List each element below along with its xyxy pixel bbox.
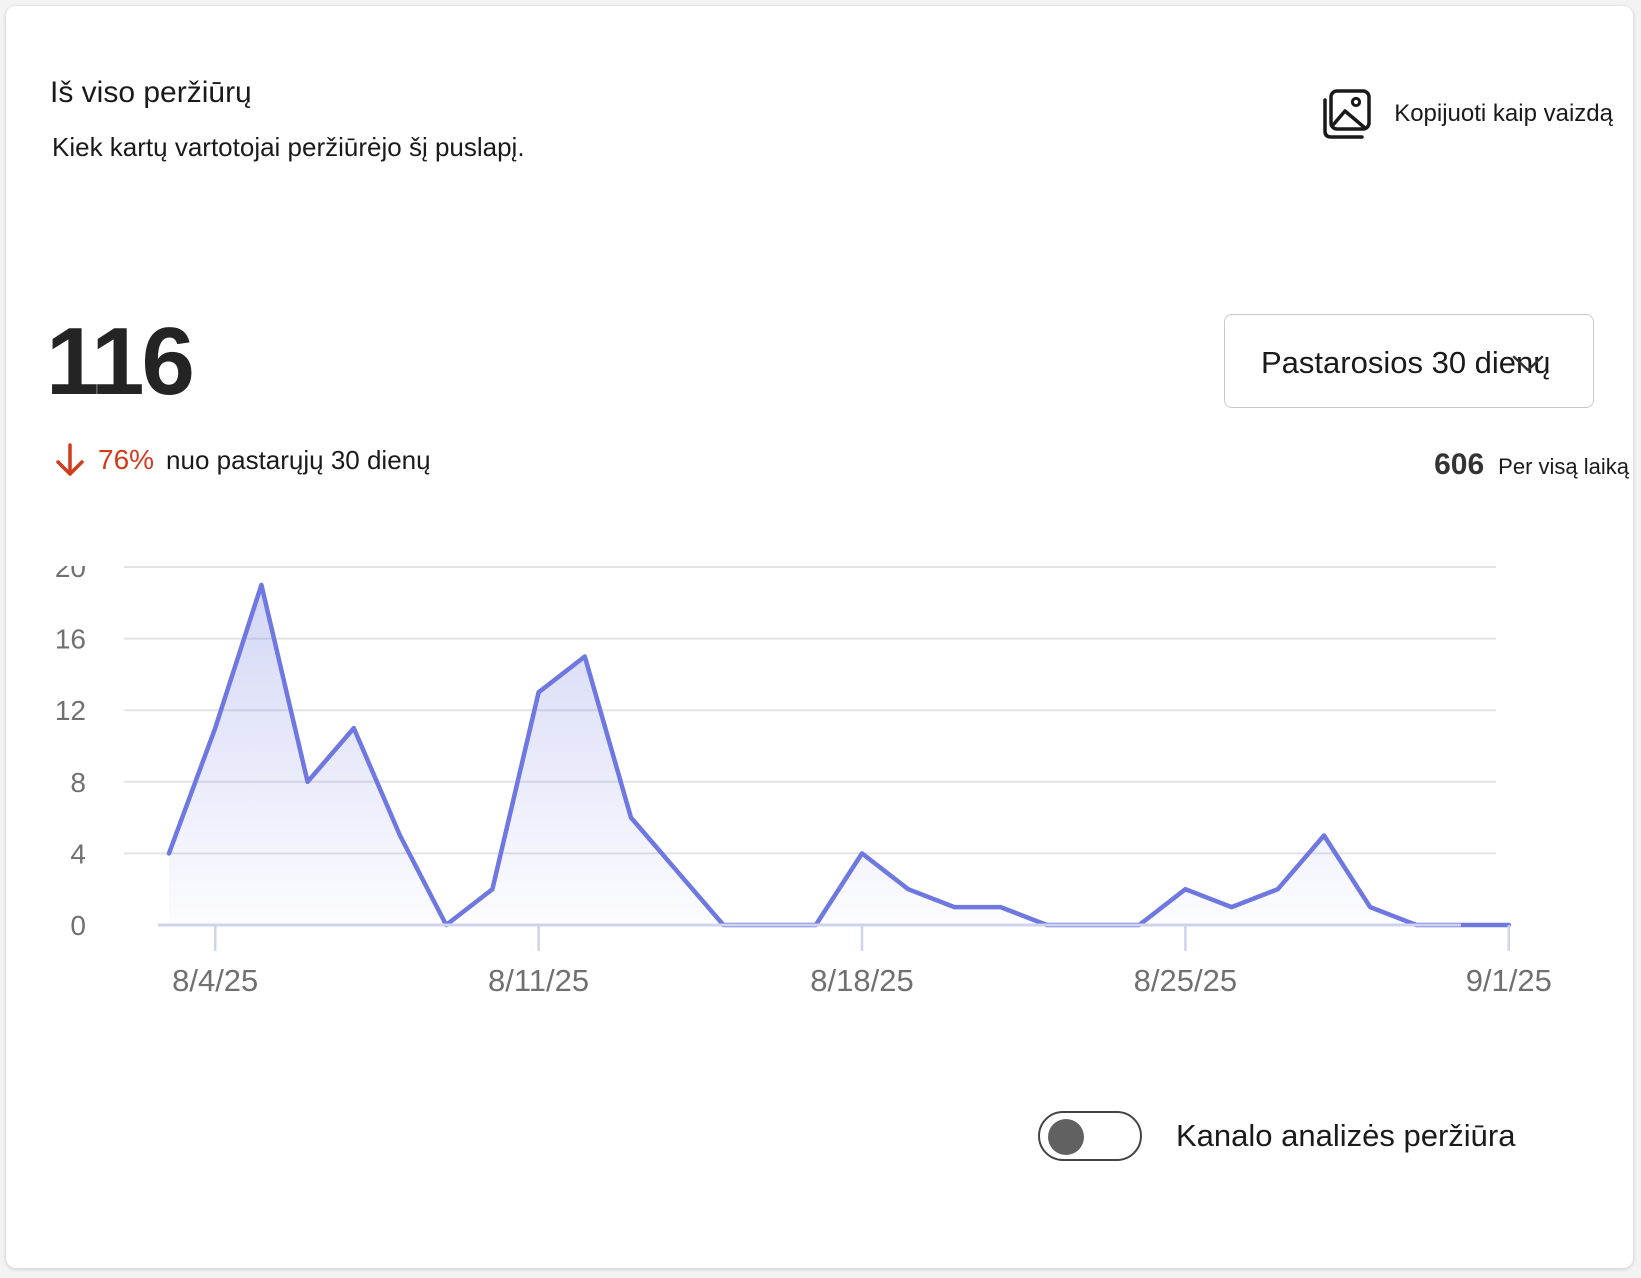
card-subtitle: Kiek kartų vartotojai peržiūrėjo šį pusl… <box>52 132 525 162</box>
data-point <box>675 869 679 873</box>
card-title: Iš viso peržiūrų <box>50 76 252 109</box>
data-point <box>1229 905 1233 909</box>
data-point <box>998 905 1002 909</box>
y-tick-label: 8 <box>70 767 86 798</box>
series-area <box>169 584 1509 925</box>
total-views-card: Iš viso peržiūrų Kiek kartų vartotojai p… <box>6 6 1633 1268</box>
data-point <box>305 780 309 784</box>
channel-analytics-label: Kanalo analizės peržiūra <box>1176 1118 1516 1153</box>
data-point <box>1322 833 1326 837</box>
arrow-down-icon <box>56 443 84 476</box>
chevron-down-icon <box>1512 355 1544 372</box>
alltime-label: Per visą laiką <box>1498 454 1629 479</box>
range-select-value: Pastarosios 30 dienų <box>1261 345 1551 380</box>
data-point <box>860 851 864 855</box>
data-point <box>1460 923 1464 927</box>
data-point <box>352 726 356 730</box>
data-point <box>259 583 263 587</box>
channel-analytics-toggle[interactable] <box>1038 1111 1142 1161</box>
data-point <box>952 905 956 909</box>
alltime-value: 606 <box>1434 448 1485 481</box>
copy-as-image-button[interactable]: Kopijuoti kaip vaizdą <box>1322 88 1613 140</box>
channel-analytics-toggle-row: Kanalo analizės peržiūra <box>1038 1111 1516 1161</box>
range-select[interactable]: Pastarosios 30 dienų <box>1224 314 1594 408</box>
data-point <box>536 690 540 694</box>
toggle-knob <box>1048 1119 1084 1155</box>
alltime-views: 606 Per visą laiką <box>1434 448 1629 482</box>
y-tick-label: 16 <box>55 624 86 655</box>
data-point <box>1183 887 1187 891</box>
data-point <box>1368 905 1372 909</box>
total-views-value: 116 <box>46 308 195 415</box>
data-point <box>629 815 633 819</box>
x-tick-label: 8/25/25 <box>1134 963 1237 998</box>
data-point <box>906 887 910 891</box>
data-point <box>583 654 587 658</box>
data-point <box>213 726 217 730</box>
trend-indicator: 76% nuo pastarųjų 30 dienų <box>54 442 431 478</box>
image-copy-icon <box>1323 89 1371 139</box>
y-tick-label: 0 <box>70 910 86 941</box>
x-tick-label: 8/4/25 <box>172 963 258 998</box>
data-point <box>167 851 171 855</box>
change-percent: 76% <box>98 444 155 475</box>
x-tick-label: 9/1/25 <box>1466 963 1552 998</box>
data-point <box>398 833 402 837</box>
change-label: nuo pastarųjų 30 dienų <box>166 444 431 475</box>
y-tick-label: 4 <box>70 838 86 869</box>
y-tick-label: 12 <box>55 695 86 726</box>
views-area-chart: 0 4 8 12 16 20 8/4/25 8/11/25 8/18/25 8/25/25 9/1/… <box>55 566 1552 998</box>
data-point <box>1276 887 1280 891</box>
copy-as-image-label: Kopijuoti kaip vaizdą <box>1394 100 1613 127</box>
x-tick-label: 8/18/25 <box>810 963 913 998</box>
data-point <box>490 887 494 891</box>
x-tick-label: 8/11/25 <box>488 963 589 998</box>
y-tick-label: 20 <box>55 566 86 583</box>
